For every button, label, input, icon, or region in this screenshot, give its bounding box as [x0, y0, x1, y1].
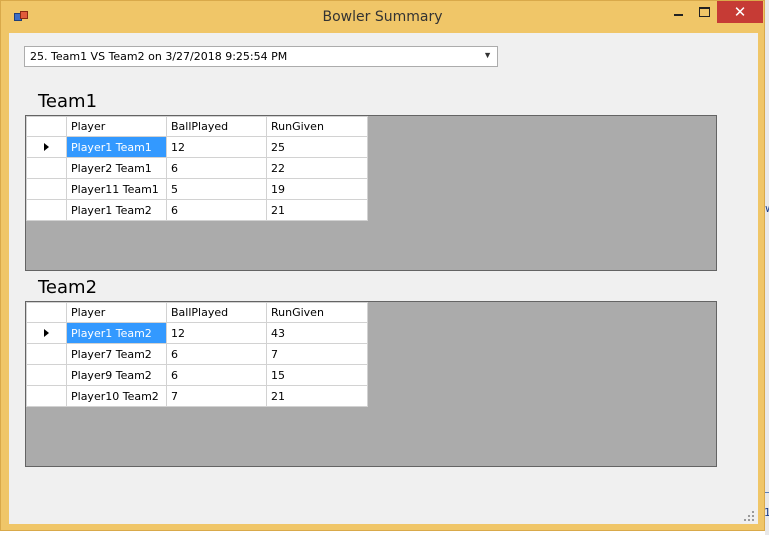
- table-row[interactable]: Player9 Team2 6 15: [26, 364, 368, 386]
- title-bar[interactable]: Bowler Summary ✕: [1, 1, 764, 33]
- match-select-dropdown[interactable]: 25. Team1 VS Team2 on 3/27/2018 9:25:54 …: [24, 46, 498, 67]
- close-icon: ✕: [733, 2, 747, 21]
- resize-grip-icon[interactable]: [744, 511, 754, 521]
- team1-label: Team1: [38, 91, 98, 112]
- cell-player[interactable]: Player2 Team1: [66, 157, 167, 179]
- cell-rungiven[interactable]: 21: [266, 199, 368, 221]
- close-button[interactable]: ✕: [717, 1, 763, 23]
- column-header-rungiven[interactable]: RunGiven: [266, 302, 368, 323]
- cell-rungiven[interactable]: 19: [266, 178, 368, 200]
- cell-player[interactable]: Player1 Team1: [66, 136, 167, 158]
- cell-player[interactable]: Player1 Team2: [66, 199, 167, 221]
- maximize-icon: [698, 7, 710, 17]
- table-row[interactable]: Player2 Team1 6 22: [26, 157, 368, 179]
- column-header-rungiven[interactable]: RunGiven: [266, 116, 368, 137]
- cell-ballplayed[interactable]: 6: [166, 343, 267, 365]
- row-header[interactable]: [26, 199, 67, 221]
- cell-player[interactable]: Player10 Team2: [66, 385, 167, 407]
- cell-player[interactable]: Player11 Team1: [66, 178, 167, 200]
- row-header[interactable]: [26, 343, 67, 365]
- table-row[interactable]: Player11 Team1 5 19: [26, 178, 368, 200]
- cell-rungiven[interactable]: 7: [266, 343, 368, 365]
- table-header-row: Player BallPlayed RunGiven: [26, 116, 368, 137]
- current-row-icon: [44, 328, 49, 337]
- maximize-button[interactable]: [691, 1, 717, 23]
- row-header[interactable]: [26, 385, 67, 407]
- cell-rungiven[interactable]: 25: [266, 136, 368, 158]
- row-header-corner[interactable]: [26, 302, 67, 323]
- team1-grid[interactable]: Player BallPlayed RunGiven Player1 Team1…: [25, 115, 717, 271]
- column-header-player[interactable]: Player: [66, 116, 167, 137]
- cell-ballplayed[interactable]: 6: [166, 364, 267, 386]
- background-app-divider: [765, 492, 769, 493]
- table-row[interactable]: Player1 Team2 12 43: [26, 322, 368, 344]
- cell-player[interactable]: Player1 Team2: [66, 322, 167, 344]
- minimize-icon: [673, 14, 683, 16]
- cell-ballplayed[interactable]: 12: [166, 136, 267, 158]
- column-header-player[interactable]: Player: [66, 302, 167, 323]
- team1-table: Player BallPlayed RunGiven Player1 Team1…: [26, 116, 368, 221]
- client-area: 25. Team1 VS Team2 on 3/27/2018 9:25:54 …: [9, 33, 758, 524]
- row-header[interactable]: [26, 157, 67, 179]
- background-app-panel: [765, 0, 769, 535]
- cell-ballplayed[interactable]: 12: [166, 322, 267, 344]
- table-row[interactable]: Player7 Team2 6 7: [26, 343, 368, 365]
- column-header-ballplayed[interactable]: BallPlayed: [166, 116, 267, 137]
- match-select-value: 25. Team1 VS Team2 on 3/27/2018 9:25:54 …: [30, 50, 288, 63]
- team2-label: Team2: [38, 277, 98, 298]
- cell-rungiven[interactable]: 22: [266, 157, 368, 179]
- background-app-text: w: [765, 202, 769, 215]
- cell-player[interactable]: Player9 Team2: [66, 364, 167, 386]
- window-title: Bowler Summary: [322, 9, 443, 25]
- cell-rungiven[interactable]: 15: [266, 364, 368, 386]
- current-row-icon: [44, 142, 49, 151]
- team2-grid[interactable]: Player BallPlayed RunGiven Player1 Team2…: [25, 301, 717, 467]
- row-header[interactable]: [26, 136, 67, 158]
- cell-rungiven[interactable]: 21: [266, 385, 368, 407]
- team2-table: Player BallPlayed RunGiven Player1 Team2…: [26, 302, 368, 407]
- row-header[interactable]: [26, 364, 67, 386]
- table-row[interactable]: Player10 Team2 7 21: [26, 385, 368, 407]
- table-header-row: Player BallPlayed RunGiven: [26, 302, 368, 323]
- bowler-summary-window: Bowler Summary ✕ 25. Team1 VS Team2 on 3…: [0, 0, 765, 531]
- row-header[interactable]: [26, 322, 67, 344]
- column-header-ballplayed[interactable]: BallPlayed: [166, 302, 267, 323]
- row-header-corner[interactable]: [26, 116, 67, 137]
- row-header[interactable]: [26, 178, 67, 200]
- cell-ballplayed[interactable]: 7: [166, 385, 267, 407]
- table-row[interactable]: Player1 Team1 12 25: [26, 136, 368, 158]
- cell-rungiven[interactable]: 43: [266, 322, 368, 344]
- chevron-down-icon[interactable]: ▼: [483, 50, 492, 60]
- minimize-button[interactable]: [665, 1, 691, 23]
- table-row[interactable]: Player1 Team2 6 21: [26, 199, 368, 221]
- cell-ballplayed[interactable]: 5: [166, 178, 267, 200]
- cell-ballplayed[interactable]: 6: [166, 157, 267, 179]
- cell-player[interactable]: Player7 Team2: [66, 343, 167, 365]
- cell-ballplayed[interactable]: 6: [166, 199, 267, 221]
